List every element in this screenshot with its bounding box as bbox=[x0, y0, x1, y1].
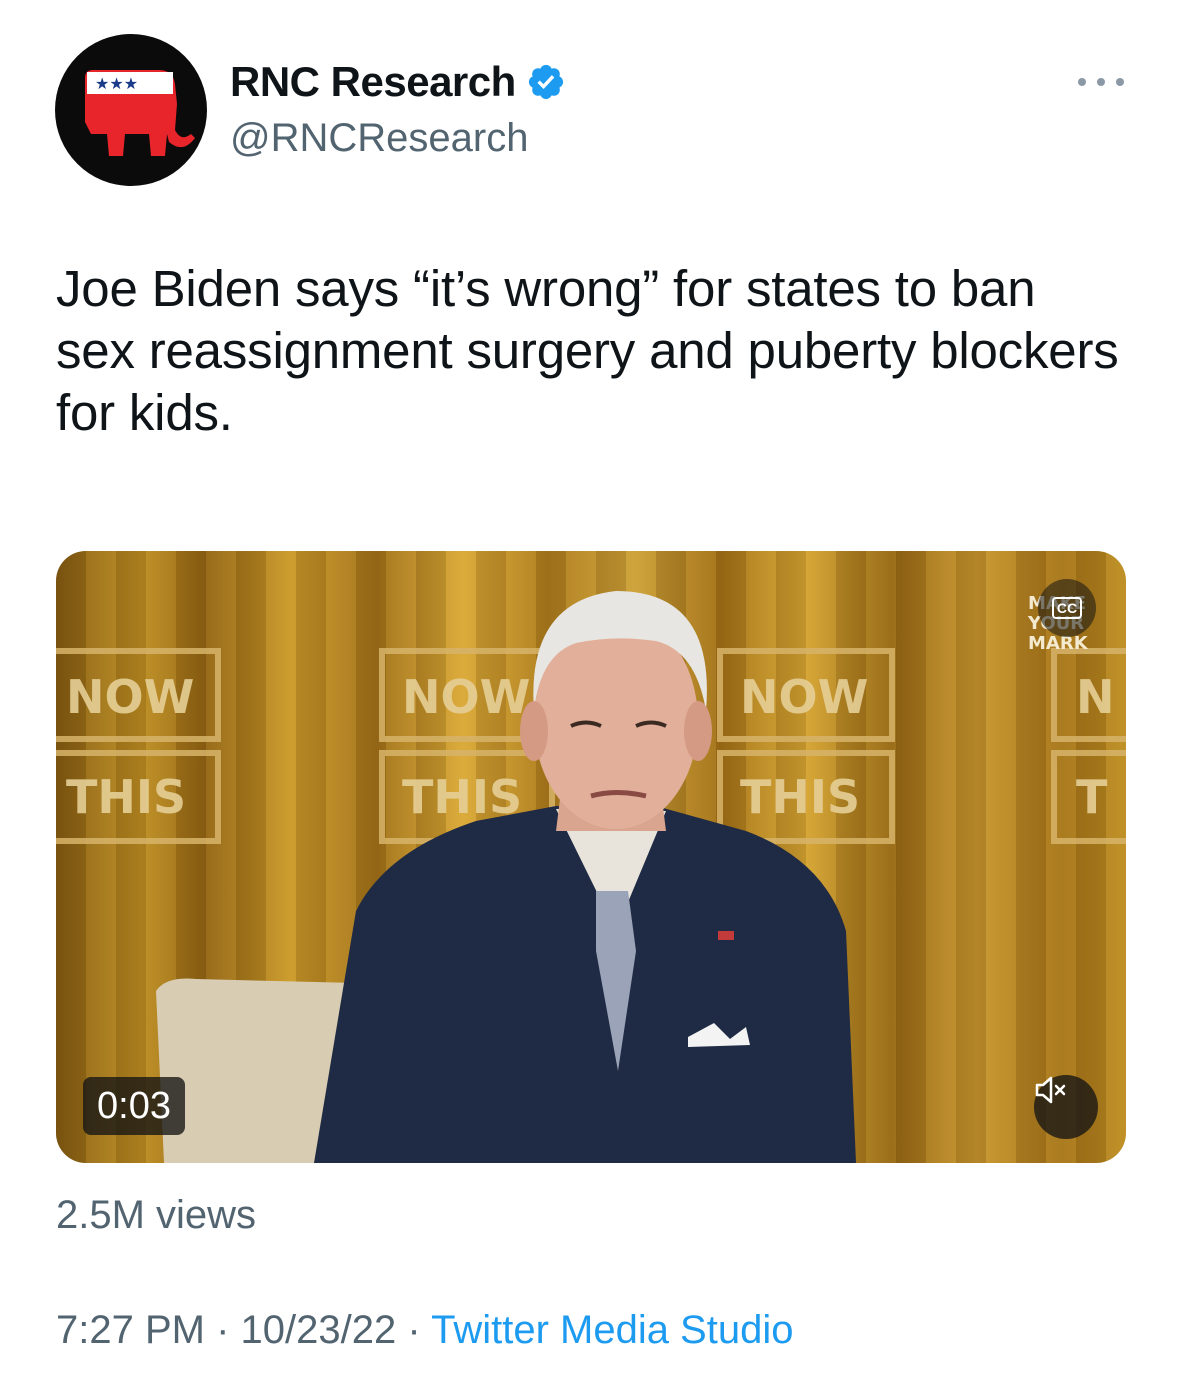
author-handle[interactable]: @RNCResearch bbox=[230, 116, 528, 161]
verified-badge-icon bbox=[528, 64, 563, 100]
tweet-source-link[interactable]: Twitter Media Studio bbox=[431, 1308, 793, 1352]
more-options-icon[interactable] bbox=[1078, 70, 1124, 94]
gop-elephant-logo-icon: ★★★ bbox=[85, 70, 195, 156]
view-count: 2.5M views bbox=[56, 1193, 257, 1237]
dot bbox=[1116, 78, 1124, 86]
author-name-row: RNC Research bbox=[230, 58, 566, 106]
meta-separator: · bbox=[216, 1308, 230, 1352]
video-duration-badge: 0:03 bbox=[83, 1077, 185, 1135]
backdrop-sign-text: THIS bbox=[66, 770, 186, 824]
video-frame: NOW THIS NOW THIS NOW THIS N T MARK bbox=[56, 551, 1126, 1163]
backdrop-sign-text: T bbox=[1076, 770, 1108, 824]
tweet-date[interactable]: 10/23/22 bbox=[241, 1308, 397, 1352]
backdrop-sign-text: N bbox=[1076, 670, 1115, 724]
backdrop-sign-text: NOW bbox=[402, 670, 530, 724]
dot bbox=[1097, 78, 1105, 86]
backdrop-sign-text: NOW bbox=[66, 670, 194, 724]
tweet-metadata: 7:27 PM · 10/23/22 · Twitter Media Studi… bbox=[56, 1308, 793, 1353]
video-player[interactable]: NOW THIS NOW THIS NOW THIS N T MARK CC 0… bbox=[56, 551, 1126, 1163]
speaker-muted-icon bbox=[1035, 1076, 1066, 1104]
backdrop-sign-text: THIS bbox=[740, 770, 860, 824]
dot bbox=[1078, 78, 1086, 86]
tweet-text: Joe Biden says “it’s wrong” for states t… bbox=[56, 260, 1119, 441]
svg-text:★★★: ★★★ bbox=[95, 74, 138, 93]
cc-icon: CC bbox=[1051, 597, 1083, 619]
backdrop-sign-text: NOW bbox=[740, 670, 868, 724]
mute-toggle-button[interactable] bbox=[1034, 1075, 1098, 1139]
tweet-time[interactable]: 7:27 PM bbox=[56, 1308, 205, 1352]
author-display-name[interactable]: RNC Research bbox=[230, 58, 516, 106]
author-avatar[interactable]: ★★★ bbox=[55, 34, 207, 186]
corner-logo-line: MARK bbox=[1028, 633, 1089, 654]
meta-separator: · bbox=[407, 1308, 421, 1352]
closed-captions-button[interactable]: CC bbox=[1038, 579, 1096, 637]
